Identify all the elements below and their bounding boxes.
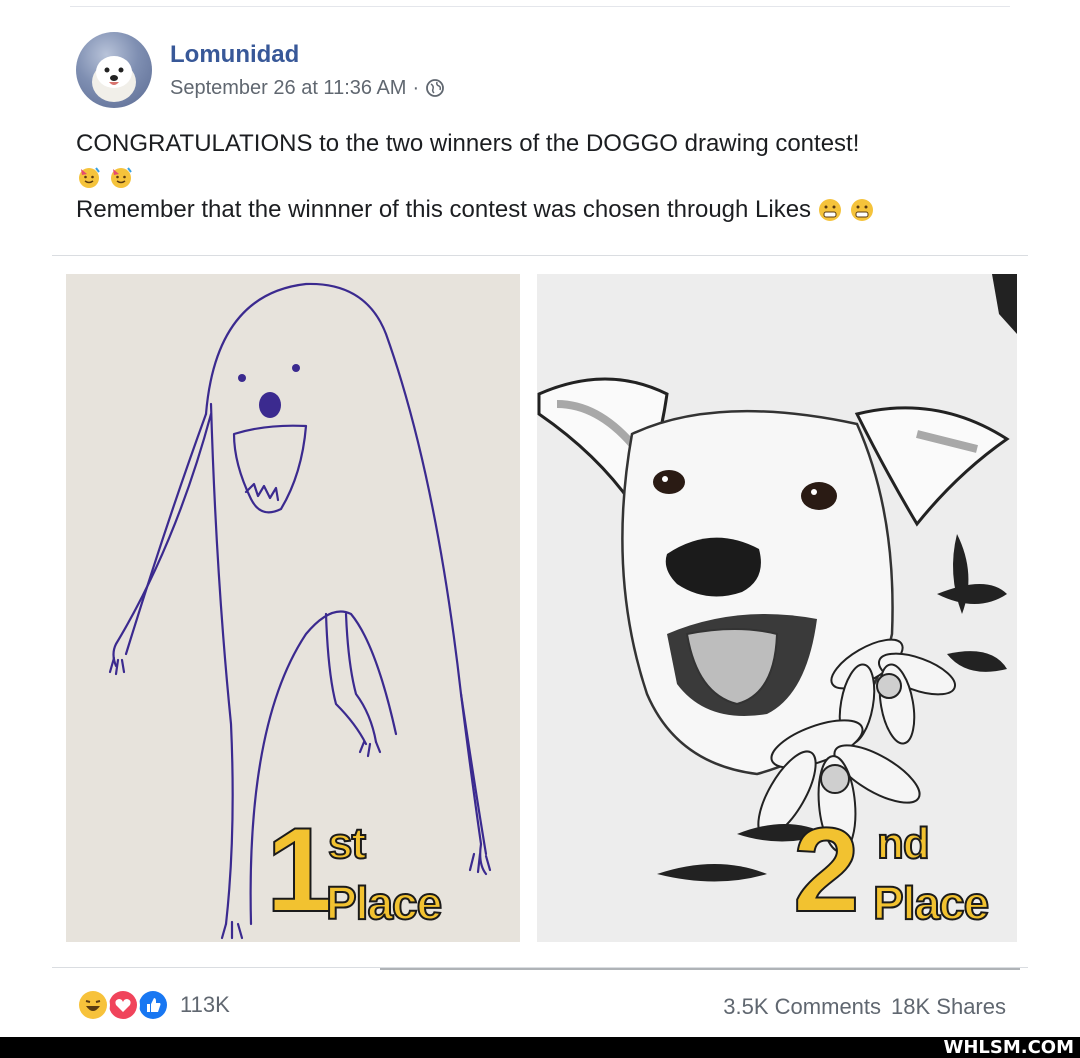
content-divider bbox=[52, 255, 1028, 256]
place-number: 2 bbox=[792, 803, 861, 937]
top-divider bbox=[70, 6, 1010, 7]
post-header: Lomunidad September 26 at 11:36 AM · bbox=[76, 30, 445, 110]
author-name[interactable]: Lomunidad bbox=[170, 41, 445, 69]
grimacing-emoji-icon bbox=[819, 199, 842, 221]
grimacing-emoji-icon bbox=[851, 199, 874, 221]
emoji-row bbox=[76, 160, 1006, 194]
reactions-summary[interactable]: 113K bbox=[76, 988, 230, 1022]
watermark: WHLSM.COM bbox=[943, 1037, 1074, 1058]
haha-icon bbox=[76, 988, 110, 1022]
message-line-3-text: Remember that the winnner of this contes… bbox=[76, 196, 812, 223]
message-line-3: Remember that the winnner of this contes… bbox=[76, 194, 1006, 226]
meta-separator: · bbox=[412, 76, 420, 99]
post-timestamp[interactable]: September 26 at 11:36 AM bbox=[170, 77, 406, 100]
love-icon bbox=[106, 988, 140, 1022]
footer-divider-accent bbox=[380, 968, 1020, 970]
engagement-stats: 3.5K Comments 18K Shares bbox=[723, 994, 1006, 1020]
place-suffix: st bbox=[327, 819, 367, 868]
post-message: CONGRATULATIONS to the two winners of th… bbox=[76, 128, 1006, 226]
like-icon bbox=[136, 988, 170, 1022]
realistic-dog-sketch bbox=[537, 274, 1017, 942]
shares-count[interactable]: 18K Shares bbox=[891, 994, 1006, 1020]
partying-face-emoji-icon bbox=[79, 167, 100, 188]
avatar[interactable] bbox=[76, 32, 152, 108]
globe-icon bbox=[426, 79, 445, 97]
message-line-1: CONGRATULATIONS to the two winners of th… bbox=[76, 130, 860, 157]
reaction-count[interactable]: 113K bbox=[180, 992, 230, 1018]
second-place-image[interactable]: 2 nd Place bbox=[537, 274, 1017, 942]
first-place-image[interactable]: 1 st Place bbox=[66, 274, 520, 942]
watermark-bar: WHLSM.COM bbox=[0, 1037, 1080, 1058]
comments-count[interactable]: 3.5K Comments bbox=[723, 994, 881, 1020]
place-number: 1 bbox=[265, 803, 334, 937]
place-word: Place bbox=[872, 877, 990, 929]
place-suffix: nd bbox=[876, 819, 931, 868]
partying-face-emoji-icon bbox=[111, 167, 132, 188]
place-word: Place bbox=[325, 877, 443, 929]
